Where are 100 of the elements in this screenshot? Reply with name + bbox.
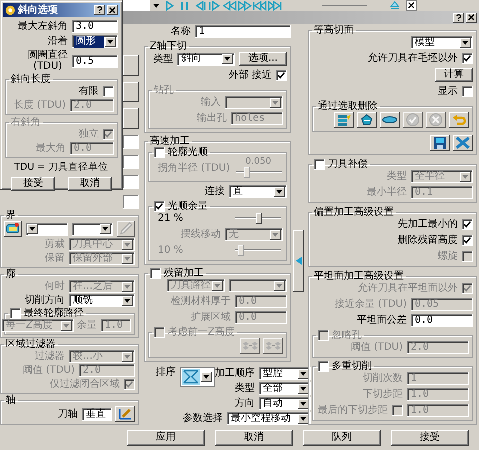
field-label: 输入 [201, 97, 221, 108]
caret-icon [270, 98, 281, 108]
slider-reading: 21 % [158, 213, 184, 224]
dropdown[interactable]: 斜向 [177, 52, 236, 66]
caret-icon [460, 172, 471, 182]
field-label: 切削次数 [363, 373, 403, 384]
group-title: 多重切削 [332, 361, 372, 372]
caret-icon [274, 186, 285, 196]
caret-icon [201, 372, 212, 382]
caret-icon [212, 280, 223, 290]
dropdown[interactable]: 顺铣 [69, 294, 135, 307]
group-title: 最终轮廓路径 [24, 308, 84, 319]
field-label: 参数选择 [183, 413, 223, 424]
field-label: 保留 [45, 253, 65, 264]
field-label: 类型 [153, 54, 174, 64]
field-label: 最大角 [36, 143, 66, 154]
dropdown[interactable] [26, 222, 68, 236]
checkbox[interactable] [462, 219, 473, 230]
field-label: 加工顺序 [215, 368, 255, 379]
checkbox[interactable] [150, 268, 161, 279]
group-title: 平坦面加工高级设置 [314, 271, 404, 282]
field-label: 独立 [79, 129, 99, 140]
help-icon[interactable] [453, 12, 464, 22]
group-title: 偏置加工高级设置 [314, 207, 394, 218]
caret-icon [122, 352, 133, 362]
input-field[interactable] [123, 134, 139, 149]
dialog-button[interactable]: 接受 [11, 177, 56, 191]
checkbox[interactable] [462, 86, 473, 97]
group-title: 刀具补偿 [328, 159, 368, 170]
field-label: 剪裁 [45, 239, 65, 250]
field-label: 删除残留高度 [398, 235, 458, 246]
group-title: 轮廓光顺 [168, 147, 208, 158]
axis-icon[interactable] [115, 406, 135, 422]
field-label: 余量 [77, 320, 97, 331]
dropdown[interactable]: 自动 [259, 397, 311, 410]
field-label: 方向 [235, 398, 255, 409]
checkbox[interactable] [314, 159, 325, 170]
caret-icon [298, 398, 309, 408]
field-label: 允许刀具在毛坯以外 [368, 53, 458, 64]
field-label: 仅过滤闭合区域 [50, 379, 120, 390]
group-title: 等高切面 [314, 25, 354, 36]
field-label: 扩展区域 [191, 312, 231, 323]
caret-icon [105, 36, 116, 46]
checkbox[interactable] [318, 361, 329, 372]
field-label: 类型 [387, 171, 407, 182]
field-label: 刀轴 [58, 408, 78, 420]
checkbox[interactable] [10, 308, 21, 319]
dropdown[interactable]: 直 [229, 185, 287, 198]
field-label: 长度 (TDU) [14, 100, 66, 111]
group-title: 轴 [6, 395, 16, 406]
input-field[interactable]: 3.0 [72, 20, 118, 33]
dropdown[interactable] [180, 367, 215, 387]
input-field[interactable]: 0.5 [72, 54, 118, 68]
field-label: 允许刀具在平坦面以外 [358, 283, 458, 294]
push-button[interactable]: 选项... [239, 52, 287, 66]
input-field[interactable]: 0.0 [411, 314, 473, 327]
dialog-button[interactable]: 取消 [68, 177, 112, 191]
checkbox[interactable] [103, 86, 114, 97]
caret-icon [122, 296, 133, 306]
caret-icon [298, 368, 309, 378]
field-label: 最后的下切步距 [318, 405, 388, 416]
help-icon[interactable] [94, 5, 105, 15]
collapse-button[interactable] [293, 230, 304, 292]
group-title: 斜向长度 [11, 74, 51, 85]
dialog-button[interactable]: 取消 [215, 430, 293, 446]
input-field[interactable] [123, 154, 139, 169]
field-label: 输出孔 [197, 113, 227, 124]
checkbox[interactable] [276, 70, 287, 81]
dropdown[interactable] [72, 222, 113, 236]
caret-icon [222, 54, 234, 64]
field-label: 螺旋 [438, 251, 458, 262]
group-title: 忽略孔 [332, 330, 362, 341]
dialog-button[interactable]: 接受 [391, 430, 469, 446]
checkbox[interactable] [462, 235, 473, 246]
close-icon[interactable] [406, 0, 417, 11]
field-label: 过滤器 [35, 351, 65, 362]
field-label: 最小半径 [367, 187, 407, 198]
dialog-button[interactable]: 应用 [127, 430, 205, 446]
input-field[interactable]: 1 [195, 25, 291, 38]
push-button[interactable]: 计算 [435, 68, 473, 82]
checkbox[interactable] [154, 201, 165, 212]
stack-icon[interactable] [334, 112, 354, 128]
save-icon[interactable] [430, 135, 450, 151]
tool-button[interactable] [123, 108, 139, 129]
field-label: 阈值 (TDU) [350, 342, 403, 353]
input-field[interactable]: 垂直 [82, 408, 112, 420]
field-label: 排序 [156, 367, 176, 378]
field-label: 沿着 [48, 36, 68, 47]
dialog-button[interactable]: 队列 [303, 430, 381, 446]
caret-icon [122, 240, 133, 250]
caret-icon [152, 4, 160, 8]
checkbox[interactable] [462, 53, 473, 64]
boundary-icon[interactable] [4, 221, 22, 237]
caret-icon [122, 282, 133, 292]
group-title: 考虑前一Z高度 [168, 327, 235, 338]
checkbox[interactable] [154, 147, 165, 158]
dropdown[interactable]: 模型 [411, 36, 473, 49]
caret-icon [61, 320, 72, 330]
dropdown[interactable]: 圆形 [72, 35, 118, 48]
undo-icon[interactable] [449, 112, 469, 128]
